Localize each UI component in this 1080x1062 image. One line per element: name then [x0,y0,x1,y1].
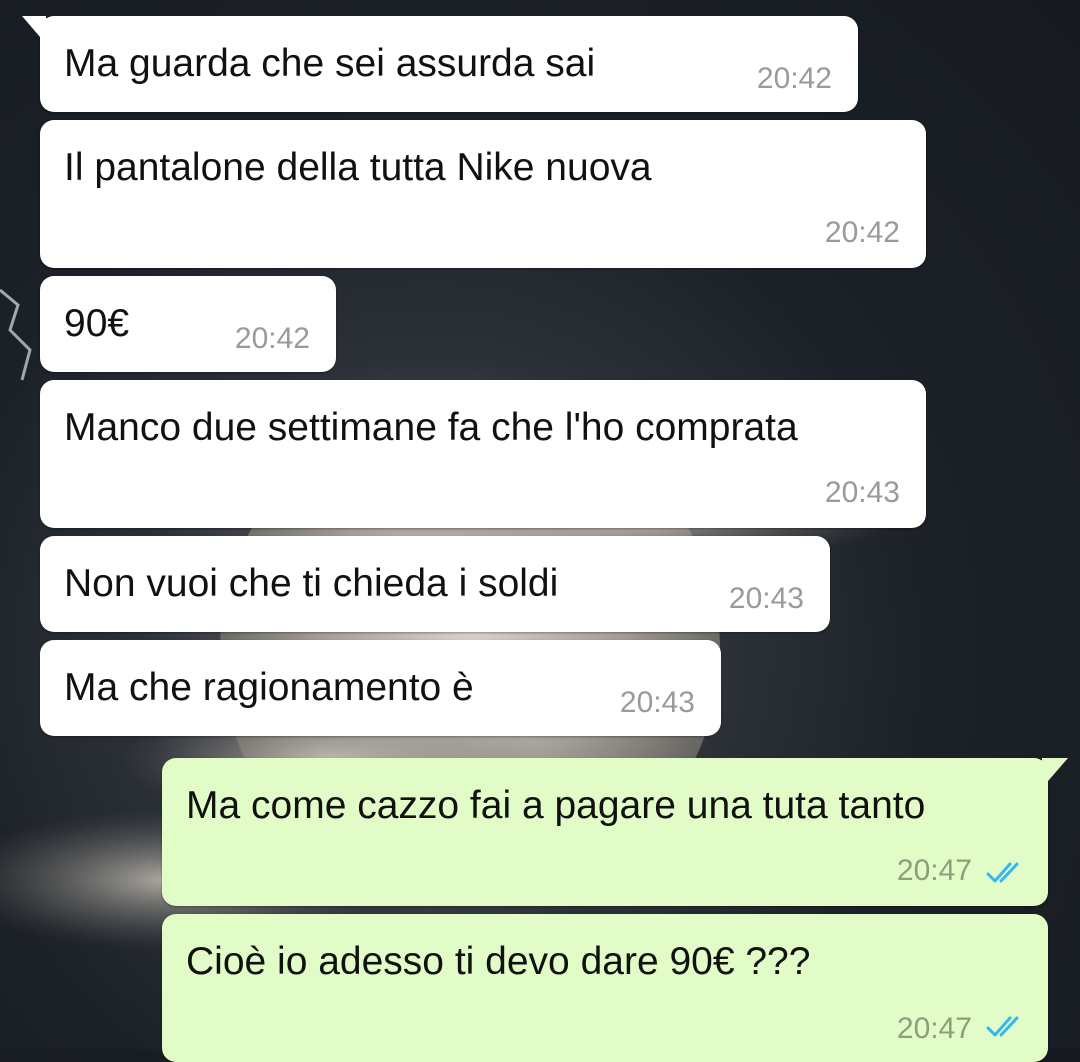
message-bubble-outgoing[interactable]: Ma come cazzo fai a pagare una tuta tant… [162,758,1068,906]
message-time: 20:42 [756,62,832,95]
bubble-tail [1042,758,1068,788]
message-time: 20:42 [824,216,900,249]
message-time: 20:47 [896,1012,972,1045]
message-text: 90€ [64,302,130,345]
message-text: Ma che ragionamento è [64,666,474,709]
double-check-icon [986,862,1019,883]
message-bubble-incoming[interactable]: Non vuoi che ti chieda i soldi 20:43 [40,536,830,632]
message-time: 20:43 [619,686,695,719]
message-bubble-incoming[interactable]: Ma che ragionamento è 20:43 [40,640,721,736]
message-text: Manco due settimane fa che l'ho comprata [64,406,798,449]
message-time: 20:43 [824,476,900,509]
message-time: 20:43 [728,582,804,615]
bubble-tail [22,16,46,44]
message-text: Ma come cazzo fai a pagare una tuta tant… [186,784,926,827]
message-bubble-incoming[interactable]: Ma guarda che sei assurda sai 20:42 [22,16,858,112]
message-text: Cioè io adesso ti devo dare 90€ ??? [186,940,811,983]
message-text: Non vuoi che ti chieda i soldi [64,562,559,605]
message-text: Il pantalone della tutta Nike nuova [64,146,652,189]
message-bubble-incoming[interactable]: 90€ 20:42 [40,276,336,372]
double-check-icon [986,1016,1019,1037]
message-time: 20:42 [234,322,310,355]
lightning [0,288,32,381]
message-bubble-incoming[interactable]: Il pantalone della tutta Nike nuova 20:4… [40,120,926,268]
message-time: 20:47 [896,854,972,887]
message-bubble-outgoing[interactable]: Cioè io adesso ti devo dare 90€ ??? 20:4… [162,914,1048,1062]
message-text: Ma guarda che sei assurda sai [64,42,596,85]
message-bubble-incoming[interactable]: Manco due settimane fa che l'ho comprata… [40,380,926,528]
